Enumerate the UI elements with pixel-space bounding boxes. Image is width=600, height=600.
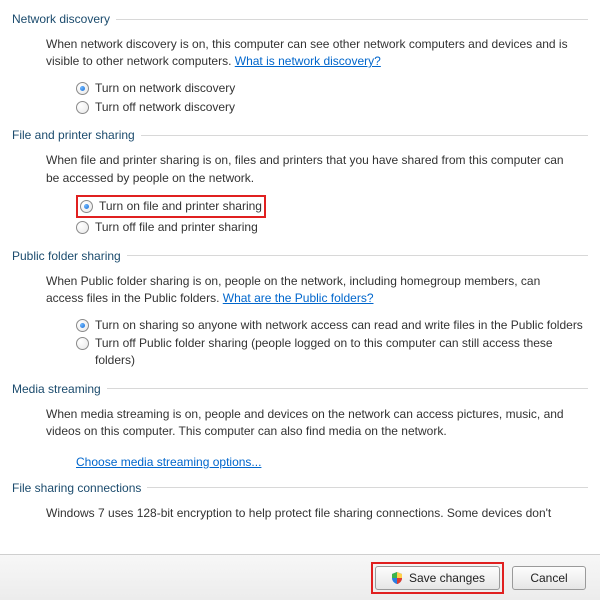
save-changes-button[interactable]: Save changes bbox=[375, 566, 500, 590]
radio-label: Turn off network discovery bbox=[95, 99, 588, 116]
section-title-text: File sharing connections bbox=[12, 481, 141, 495]
radio-icon bbox=[76, 337, 89, 350]
section-title-text: Media streaming bbox=[12, 382, 101, 396]
radio-icon bbox=[76, 82, 89, 95]
button-label: Save changes bbox=[409, 571, 485, 585]
highlight-box: Turn on file and printer sharing bbox=[76, 195, 266, 218]
section-header-file-printer-sharing: File and printer sharing bbox=[12, 124, 588, 146]
radio-icon bbox=[80, 200, 93, 213]
radio-row[interactable]: Turn off Public folder sharing (people l… bbox=[76, 334, 588, 370]
section-title-text: Network discovery bbox=[12, 12, 110, 26]
radio-label: Turn off Public folder sharing (people l… bbox=[95, 335, 588, 369]
section-desc-media-streaming: When media streaming is on, people and d… bbox=[12, 400, 588, 447]
section-header-file-sharing-connections: File sharing connections bbox=[12, 477, 588, 499]
radio-icon bbox=[76, 101, 89, 114]
radio-label: Turn on sharing so anyone with network a… bbox=[95, 317, 588, 334]
radio-group-file-printer-sharing: Turn on file and printer sharing Turn of… bbox=[12, 193, 588, 245]
uac-shield-icon bbox=[390, 571, 404, 585]
radio-label: Turn on file and printer sharing bbox=[99, 198, 262, 215]
radio-label: Turn off file and printer sharing bbox=[95, 219, 588, 236]
radio-label: Turn on network discovery bbox=[95, 80, 588, 97]
divider bbox=[107, 388, 588, 389]
radio-row[interactable]: Turn on network discovery bbox=[76, 79, 588, 98]
section-header-media-streaming: Media streaming bbox=[12, 378, 588, 400]
radio-row[interactable]: Turn on file and printer sharing bbox=[80, 197, 262, 216]
settings-scroll-area: Network discovery When network discovery… bbox=[0, 0, 600, 552]
section-desc-file-printer-sharing: When file and printer sharing is on, fil… bbox=[12, 146, 588, 193]
cancel-button[interactable]: Cancel bbox=[512, 566, 586, 590]
radio-icon bbox=[76, 319, 89, 332]
section-header-public-folder-sharing: Public folder sharing bbox=[12, 245, 588, 267]
highlight-box: Save changes bbox=[371, 562, 504, 594]
section-title-text: Public folder sharing bbox=[12, 249, 121, 263]
radio-row[interactable]: Turn off file and printer sharing bbox=[76, 218, 588, 237]
section-title-text: File and printer sharing bbox=[12, 128, 135, 142]
radio-group-network-discovery: Turn on network discovery Turn off netwo… bbox=[12, 77, 588, 125]
link-what-are-public-folders[interactable]: What are the Public folders? bbox=[223, 291, 374, 305]
link-choose-media-streaming-options[interactable]: Choose media streaming options... bbox=[76, 455, 261, 469]
section-desc-file-sharing-connections: Windows 7 uses 128-bit encryption to hel… bbox=[12, 499, 588, 528]
radio-row[interactable]: Turn off network discovery bbox=[76, 98, 588, 117]
section-desc-network-discovery: When network discovery is on, this compu… bbox=[12, 30, 588, 77]
link-what-is-network-discovery[interactable]: What is network discovery? bbox=[235, 54, 381, 68]
divider bbox=[141, 135, 588, 136]
button-label: Cancel bbox=[530, 571, 567, 585]
section-header-network-discovery: Network discovery bbox=[12, 8, 588, 30]
divider bbox=[147, 487, 588, 488]
divider bbox=[127, 255, 588, 256]
advanced-sharing-settings-panel: Network discovery When network discovery… bbox=[0, 0, 600, 600]
radio-row[interactable]: Turn on sharing so anyone with network a… bbox=[76, 316, 588, 335]
section-desc-public-folder-sharing: When Public folder sharing is on, people… bbox=[12, 267, 588, 314]
radio-group-public-folder-sharing: Turn on sharing so anyone with network a… bbox=[12, 314, 588, 378]
divider bbox=[116, 19, 588, 20]
radio-icon bbox=[76, 221, 89, 234]
footer-bar: Save changes Cancel bbox=[0, 554, 600, 600]
